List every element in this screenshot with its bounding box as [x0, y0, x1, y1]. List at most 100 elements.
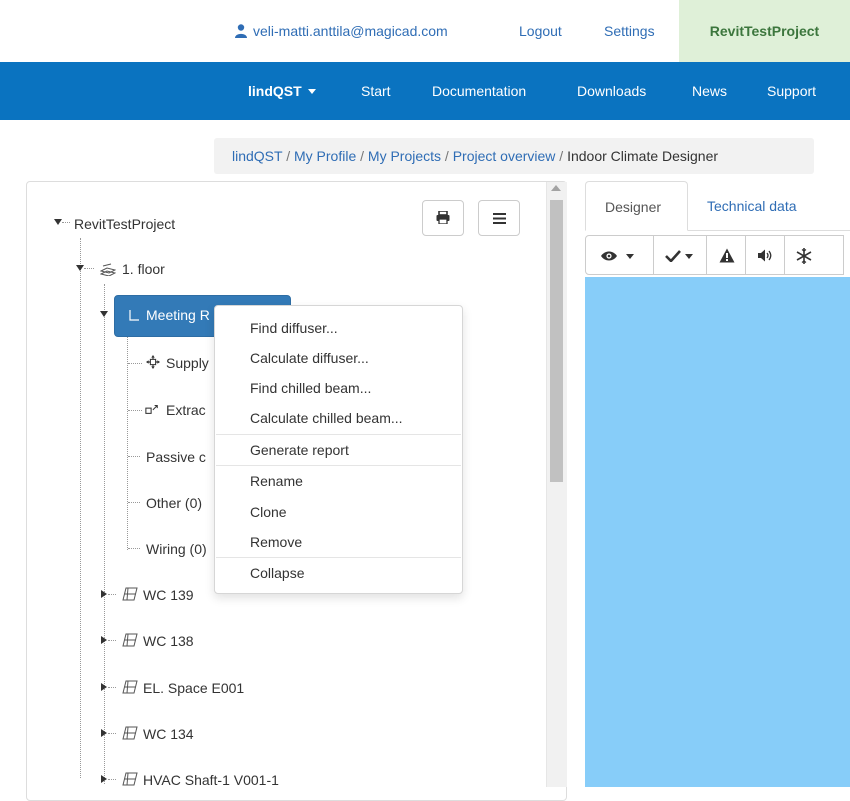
expand-toggle-icon[interactable] [101, 636, 107, 644]
tree-connector [84, 268, 94, 269]
designer-toolbar [585, 235, 850, 275]
menu-item-calculate-diffuser[interactable]: Calculate diffuser... [250, 350, 369, 366]
expand-toggle-icon[interactable] [101, 775, 107, 783]
user-bar: veli-matti.anttila@magicad.com Logout Se… [0, 0, 850, 62]
menu-divider [216, 557, 461, 558]
menu-item-calculate-chilled-beam[interactable]: Calculate chilled beam... [250, 410, 403, 426]
scrollbar-thumb[interactable] [550, 200, 563, 482]
tree-room-label[interactable]: HVAC Shaft-1 V001-1 [143, 772, 279, 788]
menu-item-remove[interactable]: Remove [250, 534, 302, 550]
sound-button[interactable] [745, 235, 785, 275]
tree-connector [108, 733, 116, 734]
collapse-toggle-icon[interactable] [54, 219, 62, 225]
tree-connector [108, 779, 116, 780]
room-icon [122, 772, 138, 786]
breadcrumb-separator: / [559, 148, 564, 164]
collapse-toggle-icon[interactable] [100, 311, 108, 317]
scroll-up-icon[interactable] [551, 185, 561, 191]
nav-start[interactable]: Start [361, 62, 391, 120]
settings-link[interactable]: Settings [604, 0, 655, 62]
breadcrumb-my-projects[interactable]: My Projects [368, 148, 441, 164]
tree-child-wiring[interactable]: Wiring (0) [146, 541, 207, 557]
tree-connector [104, 284, 105, 784]
main-navbar: lindQST Start Documentation Downloads Ne… [0, 62, 850, 120]
sound-icon [758, 249, 772, 262]
tree-connector [62, 222, 70, 223]
check-dropdown-button[interactable] [653, 235, 707, 275]
designer-canvas[interactable] [585, 277, 850, 787]
tree-room-label[interactable]: WC 134 [143, 726, 194, 742]
menu-divider [216, 434, 461, 435]
warning-button[interactable] [706, 235, 746, 275]
tree-child-supply[interactable]: Supply [166, 355, 209, 371]
tree-connector [128, 502, 140, 503]
tree-root-label[interactable]: RevitTestProject [74, 216, 175, 232]
menu-item-generate-report[interactable]: Generate report [250, 442, 349, 458]
tree-connector [80, 238, 81, 778]
breadcrumb: lindQST / My Profile / My Projects / Pro… [214, 138, 814, 174]
user-email-text: veli-matti.anttila@magicad.com [253, 23, 448, 39]
caret-down-icon [685, 254, 693, 259]
logout-link[interactable]: Logout [519, 0, 562, 62]
menu-button[interactable] [478, 200, 520, 236]
menu-item-collapse[interactable]: Collapse [250, 565, 304, 581]
nav-news[interactable]: News [692, 62, 727, 120]
tree-connector [128, 548, 140, 549]
tree-child-extract[interactable]: Extrac [166, 402, 206, 418]
menu-item-find-diffuser[interactable]: Find diffuser... [250, 320, 338, 336]
cooling-button[interactable] [784, 235, 844, 275]
breadcrumb-my-profile[interactable]: My Profile [294, 148, 356, 164]
warning-icon [719, 248, 735, 263]
tree-connector [108, 594, 116, 595]
tree-room-label[interactable]: EL. Space E001 [143, 680, 244, 696]
nav-documentation[interactable]: Documentation [432, 62, 526, 120]
tab-designer-label: Designer [605, 199, 662, 215]
eye-icon [601, 251, 617, 261]
breadcrumb-lindqst[interactable]: lindQST [232, 148, 282, 164]
menu-item-clone[interactable]: Clone [250, 504, 287, 520]
expand-toggle-icon[interactable] [101, 683, 107, 691]
tree-selected-label: Meeting R [146, 307, 210, 323]
nav-downloads[interactable]: Downloads [577, 62, 646, 120]
breadcrumb-separator: / [360, 148, 365, 164]
floor-icon [100, 263, 116, 276]
room-icon [122, 680, 138, 694]
context-menu: Find diffuser... Calculate diffuser... F… [214, 305, 463, 594]
nav-support[interactable]: Support [767, 62, 816, 120]
tree-child-passive[interactable]: Passive c [146, 449, 206, 465]
extract-icon [145, 404, 158, 414]
collapse-toggle-icon[interactable] [76, 265, 84, 271]
brand-dropdown[interactable]: lindQST [248, 62, 316, 120]
tab-designer[interactable]: Designer [585, 181, 688, 231]
breadcrumb-separator: / [286, 148, 291, 164]
breadcrumb-project-overview[interactable]: Project overview [453, 148, 556, 164]
tree-room-label[interactable]: WC 138 [143, 633, 194, 649]
brand-label: lindQST [248, 83, 302, 99]
caret-down-icon [626, 254, 634, 259]
expand-toggle-icon[interactable] [101, 590, 107, 598]
project-link[interactable]: RevitTestProject [679, 0, 850, 62]
view-dropdown-button[interactable] [585, 235, 654, 275]
tree-connector [128, 456, 140, 457]
tree-connector [128, 410, 142, 411]
hamburger-icon [493, 213, 506, 224]
tab-technical-data[interactable]: Technical data [707, 198, 797, 214]
room-icon [122, 587, 138, 601]
menu-item-rename[interactable]: Rename [250, 473, 303, 489]
tree-room-label[interactable]: WC 139 [143, 587, 194, 603]
breadcrumb-current: Indoor Climate Designer [567, 148, 719, 164]
print-button[interactable] [422, 200, 464, 236]
tree-floor-label[interactable]: 1. floor [122, 261, 165, 277]
user-email-link[interactable]: veli-matti.anttila@magicad.com [235, 0, 448, 62]
tree-connector [128, 363, 142, 364]
tree-connector [108, 687, 116, 688]
tree-connector [108, 640, 116, 641]
snowflake-icon [796, 248, 812, 264]
expand-toggle-icon[interactable] [101, 729, 107, 737]
room-icon [129, 310, 139, 321]
tree-child-other[interactable]: Other (0) [146, 495, 202, 511]
user-icon [235, 24, 247, 38]
menu-item-find-chilled-beam[interactable]: Find chilled beam... [250, 380, 371, 396]
breadcrumb-separator: / [444, 148, 449, 164]
room-icon [122, 633, 138, 647]
